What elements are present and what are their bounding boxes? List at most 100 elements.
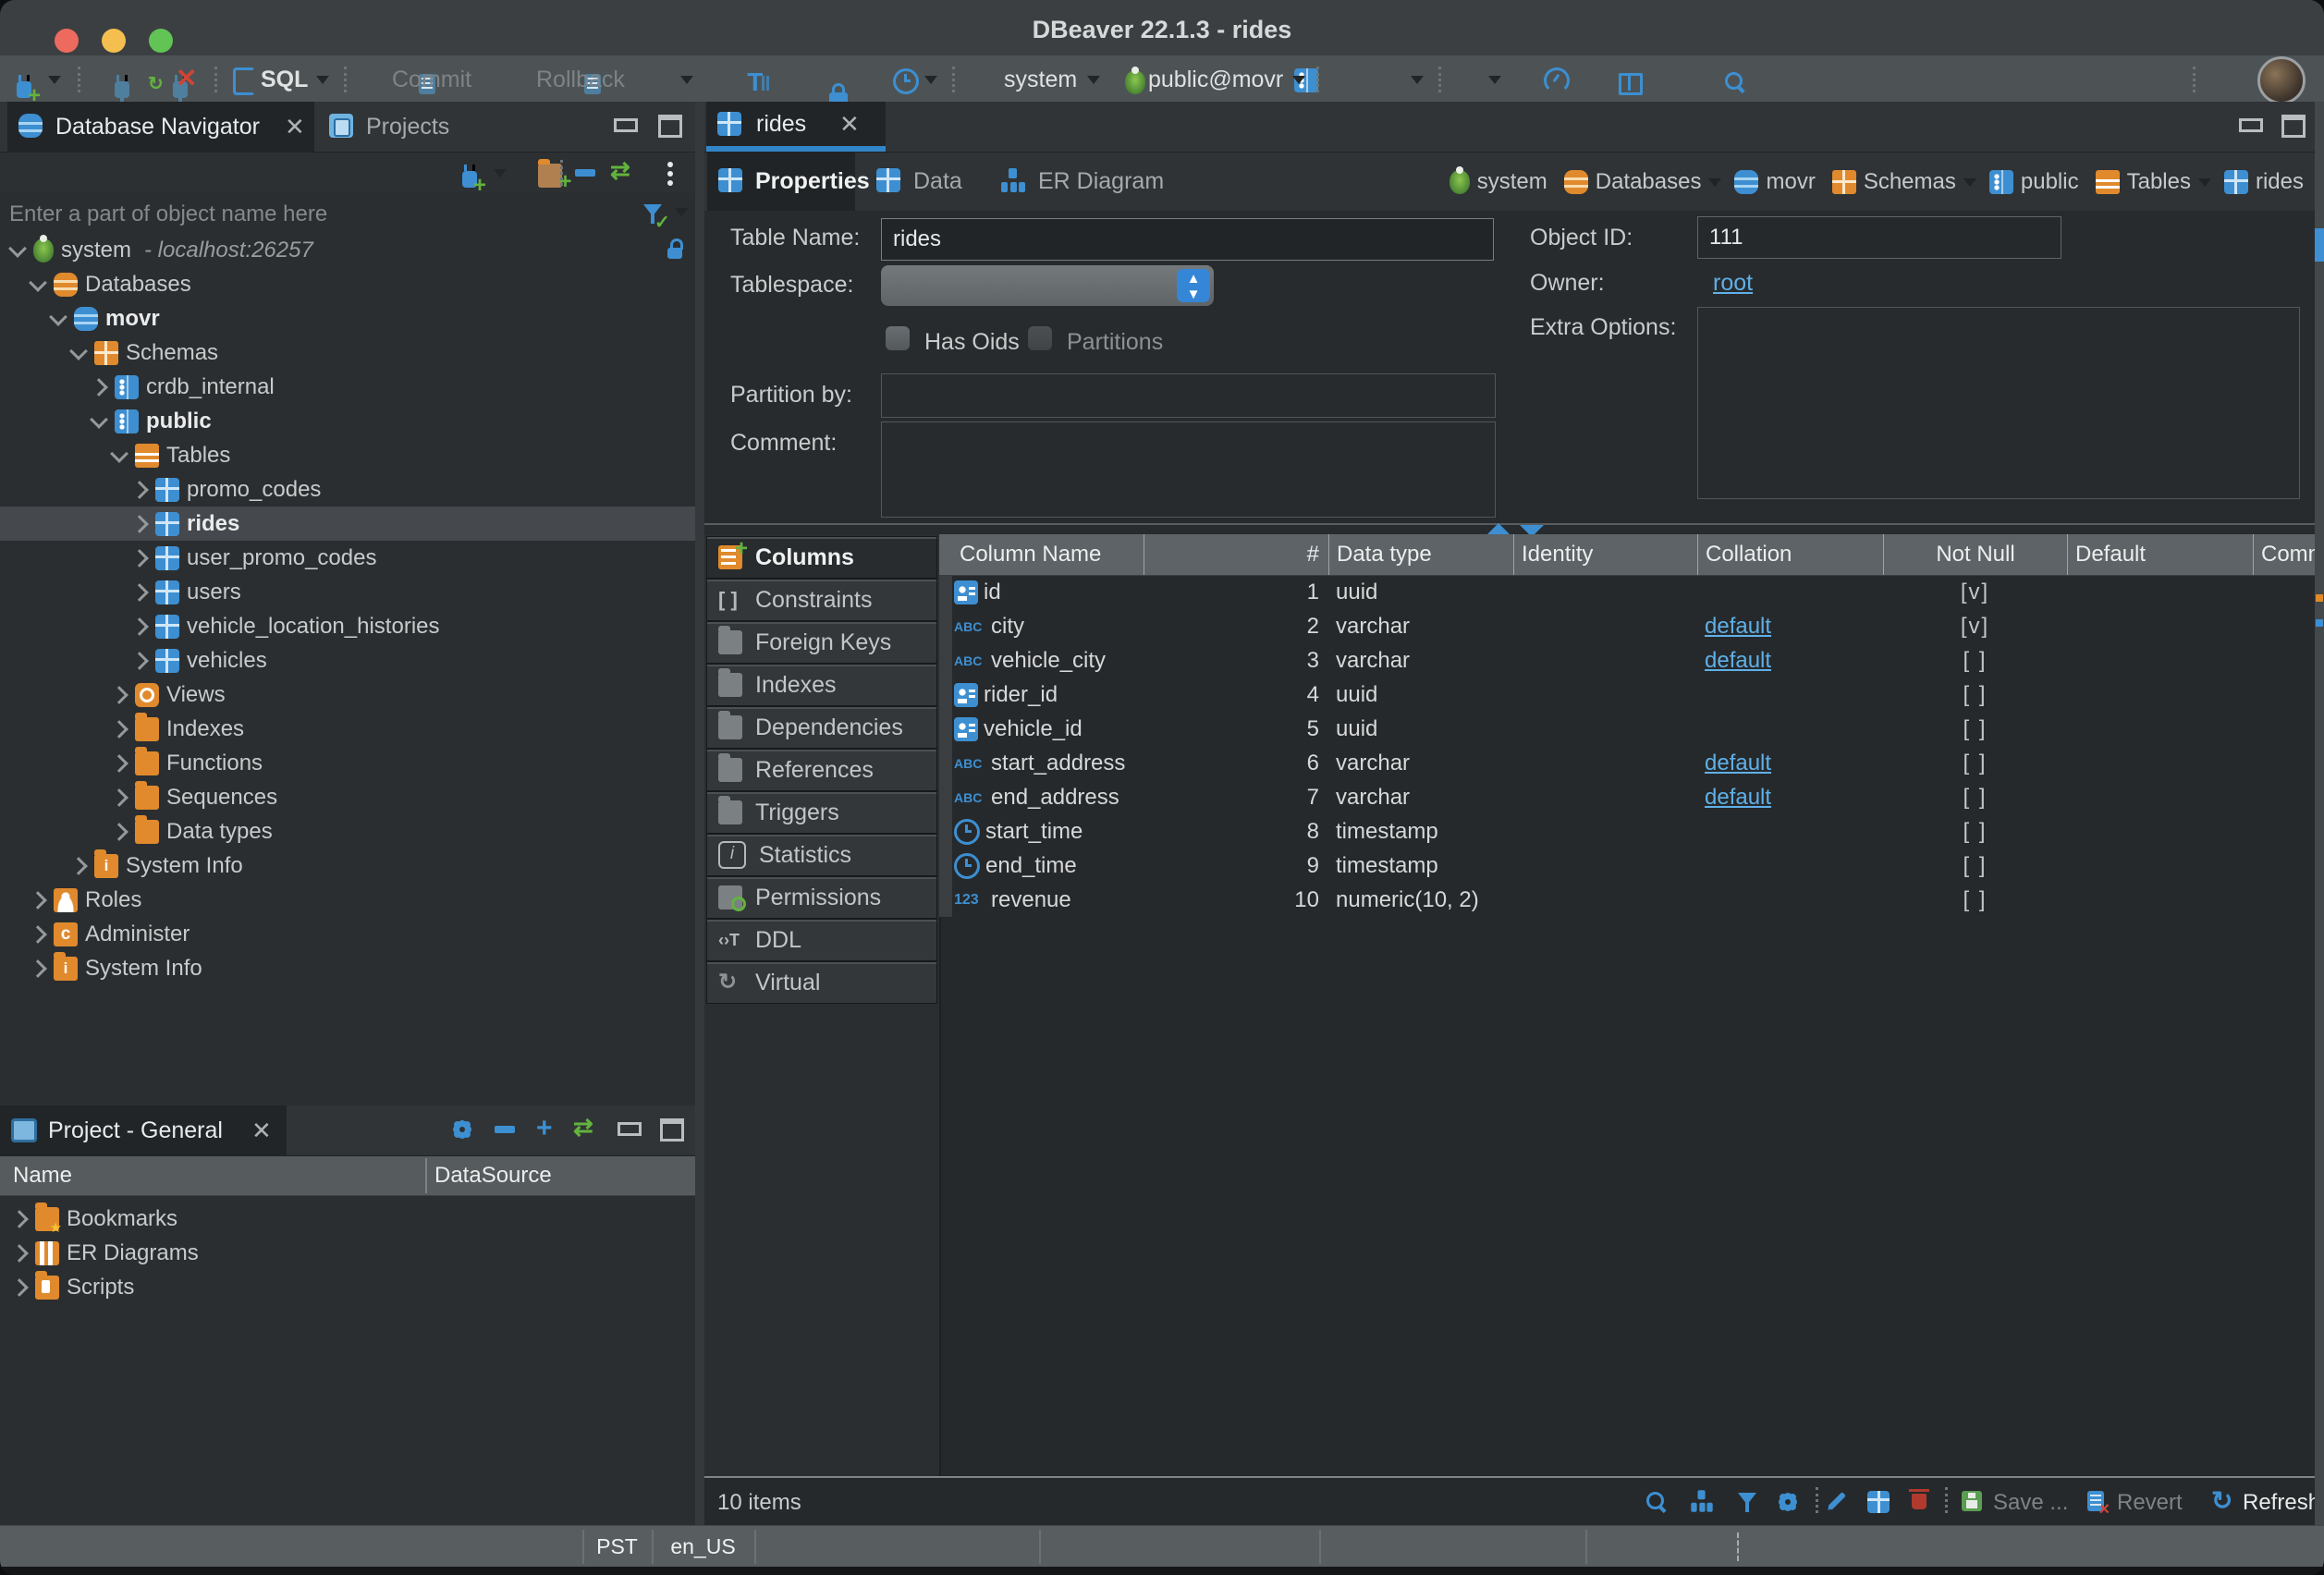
partitions-checkbox[interactable] (1028, 326, 1052, 350)
table-row[interactable]: ABCcity 2 varchar default [v] (939, 609, 2317, 643)
breadcrumb-item[interactable]: public (2021, 169, 2079, 195)
cell-collation[interactable]: default (1697, 785, 1883, 811)
tree-item-sequences[interactable]: Sequences (0, 780, 695, 814)
tree-item-crdb-internal[interactable]: crdb_internal (0, 370, 695, 404)
active-datasource-button[interactable]: system (1004, 55, 1077, 102)
cell-notnull[interactable]: [ ] (1883, 716, 2067, 742)
editor-scrollbar[interactable] (2315, 102, 2324, 1525)
table-name-input[interactable] (881, 218, 1494, 261)
chevron-right-icon[interactable] (29, 891, 47, 910)
save-icon[interactable] (1962, 1491, 1982, 1511)
table-row[interactable]: start_time 8 timestamp [ ] (939, 814, 2317, 849)
table-row[interactable]: 123revenue 10 numeric(10, 2) [ ] (939, 883, 2317, 917)
cell-notnull[interactable]: [ ] (1883, 682, 2067, 708)
tree-item-promo-codes[interactable]: promo_codes (0, 472, 695, 507)
revert-icon[interactable] (2087, 1491, 2104, 1511)
side-tab-indexes[interactable]: Indexes (706, 664, 937, 706)
tree-item-public[interactable]: public (0, 404, 695, 438)
maximize-editor-icon[interactable] (2281, 115, 2306, 138)
column-header-name[interactable]: Name (13, 1156, 72, 1195)
new-connection-dropdown-icon[interactable] (494, 169, 507, 184)
tab-database-navigator[interactable]: Database Navigator ✕ (7, 102, 314, 152)
chevron-right-icon[interactable] (10, 1210, 29, 1228)
chevron-down-icon[interactable] (90, 410, 108, 429)
active-datasource-icon[interactable] (1125, 70, 1145, 94)
chevron-right-icon[interactable] (110, 754, 128, 773)
column-header-datasource[interactable]: DataSource (434, 1156, 552, 1195)
grid-search-icon[interactable] (1645, 1491, 1668, 1513)
partition-by-input[interactable] (881, 373, 1496, 418)
side-tab-ddl[interactable]: ‹›TDDL (706, 919, 937, 961)
subtab-properties[interactable]: Properties (707, 153, 855, 211)
collapse-all-icon[interactable] (495, 1126, 515, 1133)
chevron-down-icon[interactable] (49, 308, 67, 326)
edit-pencil-icon[interactable] (1828, 1492, 1846, 1510)
new-folder-icon[interactable] (538, 164, 562, 188)
side-tab-triggers[interactable]: Triggers (706, 791, 937, 834)
collapse-all-icon[interactable] (575, 169, 595, 177)
cell-notnull[interactable]: [ ] (1883, 751, 2067, 776)
comment-textarea[interactable] (881, 421, 1496, 518)
chevron-down-icon[interactable] (1963, 178, 1976, 193)
column-header-identity[interactable]: Identity (1513, 534, 1697, 575)
tree-item-system-info[interactable]: i System Info (0, 849, 695, 883)
breadcrumb-item[interactable]: Tables (2127, 169, 2191, 195)
tree-item-data-types[interactable]: Data types (0, 814, 695, 849)
status-locale[interactable]: en_US (652, 1526, 754, 1568)
extra-options-textarea[interactable] (1697, 307, 2300, 499)
chevron-down-icon[interactable] (1708, 178, 1721, 193)
tab-rides-editor[interactable]: rides ✕ (706, 102, 886, 152)
tree-item-movr[interactable]: movr (0, 301, 695, 336)
tree-item-tables[interactable]: Tables (0, 438, 695, 472)
grid-diagram-icon[interactable] (1690, 1489, 1714, 1518)
chevron-right-icon[interactable] (110, 788, 128, 807)
chevron-right-icon[interactable] (90, 378, 108, 397)
new-connection-icon[interactable] (462, 171, 477, 188)
link-with-editor-icon[interactable]: ⇄ (573, 1113, 593, 1142)
cell-notnull[interactable]: [ ] (1883, 648, 2067, 674)
chevron-right-icon[interactable] (130, 583, 149, 602)
object-id-input[interactable] (1697, 216, 2061, 259)
side-tab-constraints[interactable]: [ ]Constraints (706, 579, 937, 621)
refresh-icon[interactable]: ↻ (2211, 1489, 2232, 1513)
gear-icon[interactable] (451, 1118, 473, 1141)
tree-item-users[interactable]: users (0, 575, 695, 609)
tree-item-vehicle-location-histories[interactable]: vehicle_location_histories (0, 609, 695, 643)
chevron-right-icon[interactable] (10, 1278, 29, 1297)
status-drag-grip[interactable] (1737, 1532, 1739, 1561)
delete-icon[interactable] (1912, 1494, 1926, 1509)
chevron-down-icon[interactable] (69, 342, 88, 360)
side-tab-dependencies[interactable]: Dependencies (706, 706, 937, 749)
breadcrumb-item[interactable]: system (1477, 169, 1547, 195)
commit-button[interactable]: Commit (392, 55, 471, 102)
maximize-view-icon[interactable] (660, 1118, 684, 1142)
sql-editor-icon[interactable] (233, 67, 255, 95)
column-header-collation[interactable]: Collation (1697, 534, 1883, 575)
cell-notnull[interactable]: [ ] (1883, 887, 2067, 913)
chevron-right-icon[interactable] (110, 686, 128, 704)
chevron-right-icon[interactable] (130, 515, 149, 533)
chevron-right-icon[interactable] (29, 959, 47, 978)
owner-link[interactable]: root (1713, 270, 1753, 297)
table-row[interactable]: ABCvehicle_city 3 varchar default [ ] (939, 643, 2317, 678)
tree-item-views[interactable]: Views (0, 678, 695, 712)
project-item-bookmarks[interactable]: Bookmarks (0, 1202, 695, 1236)
cell-collation[interactable]: default (1697, 614, 1883, 640)
view-menu-icon[interactable] (667, 162, 673, 167)
link-with-editor-icon[interactable]: ⇄ (610, 156, 630, 185)
scrollbar-thumb[interactable] (2315, 228, 2324, 262)
cell-notnull[interactable]: [v] (1883, 580, 2067, 605)
close-icon[interactable]: ✕ (839, 102, 860, 146)
transaction-mode-icon[interactable] (747, 70, 769, 94)
status-timezone[interactable]: PST (582, 1526, 652, 1568)
side-tab-statistics[interactable]: iStatistics (706, 834, 937, 876)
cell-notnull[interactable]: [ ] (1883, 785, 2067, 811)
breadcrumb-item[interactable]: Databases (1596, 169, 1702, 195)
table-row[interactable]: vehicle_id 5 uuid [ ] (939, 712, 2317, 746)
side-tab-references[interactable]: References (706, 749, 937, 791)
close-icon[interactable]: ✕ (285, 102, 305, 152)
chevron-right-icon[interactable] (130, 549, 149, 568)
column-header-ordinal[interactable]: # (1144, 534, 1328, 575)
tablespace-select[interactable]: ▲▼ (881, 265, 1214, 306)
grid-columns-icon[interactable] (1867, 1491, 1890, 1518)
